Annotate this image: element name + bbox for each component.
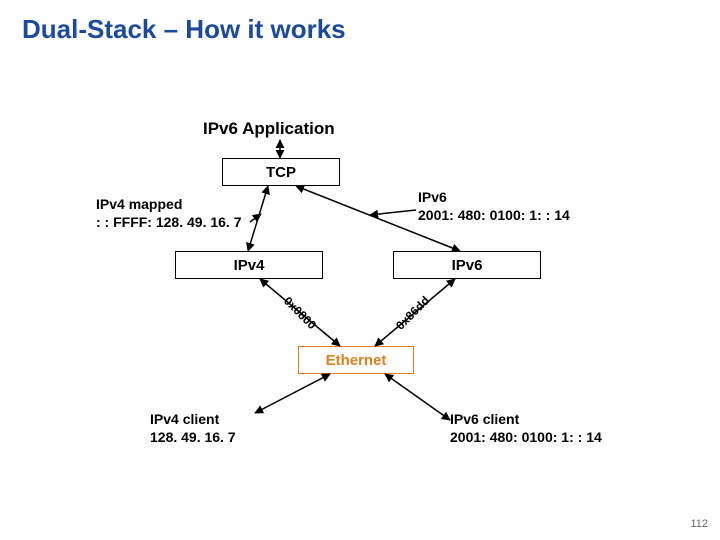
box-tcp: TCP	[222, 158, 340, 186]
box-ipv4: IPv4	[175, 251, 323, 279]
slide-title: Dual-Stack – How it works	[22, 14, 346, 45]
page-number: 112	[690, 518, 708, 530]
app-label: IPv6 Application	[203, 118, 335, 139]
label-ipv6-address: IPv6 2001: 480: 0100: 1: : 14	[418, 189, 570, 224]
label-ethertype-ipv4: 0x0800	[281, 294, 319, 332]
label-ethertype-ipv6: 0x86dd	[393, 293, 432, 332]
label-ipv4-client: IPv4 client 128. 49. 16. 7	[150, 411, 236, 446]
box-ethernet: Ethernet	[298, 346, 414, 374]
box-ipv6: IPv6	[393, 251, 541, 279]
label-ipv6-client: IPv6 client 2001: 480: 0100: 1: : 14	[450, 411, 602, 446]
diagram-connectors	[0, 0, 720, 540]
label-ipv4-mapped: IPv4 mapped : : FFFF: 128. 49. 16. 7	[96, 196, 242, 231]
